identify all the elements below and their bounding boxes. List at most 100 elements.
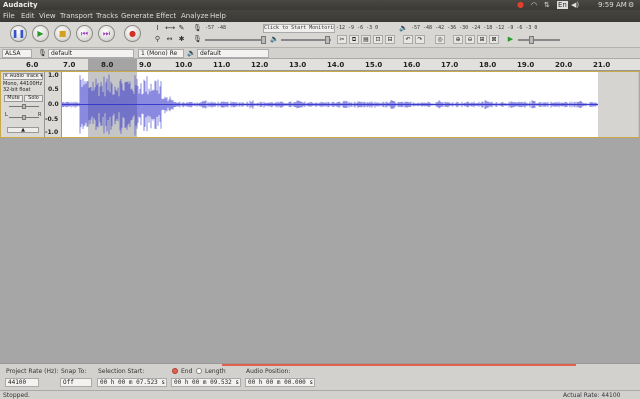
record-meter-prompt[interactable]: Click to Start Monitoring bbox=[263, 24, 335, 33]
ruler-tick: 19.0 bbox=[517, 61, 535, 69]
scale-label: 0.0 bbox=[48, 101, 59, 108]
scale-label: -0.5 bbox=[45, 116, 59, 123]
ruler-tick: 8.0 bbox=[101, 61, 114, 69]
mic-volume-slider[interactable] bbox=[205, 39, 265, 41]
paste-icon[interactable]: ▤ bbox=[361, 35, 371, 44]
menu-help[interactable]: Help bbox=[210, 12, 226, 20]
silence-icon[interactable]: ⊟ bbox=[385, 35, 395, 44]
menu-bar: File Edit View Transport Tracks Generate… bbox=[0, 10, 640, 22]
system-top-bar: Audacity ● ◠ ⇅ En ◀) 9:59 AM ⚙ bbox=[0, 0, 640, 10]
track-control-panel[interactable]: × Audio Track ▾ Mono, 44100Hz 32-bit flo… bbox=[1, 72, 45, 137]
play-at-speed-icon[interactable]: ▶ bbox=[506, 35, 515, 44]
audio-position-label: Audio Position: bbox=[246, 368, 291, 375]
progress-line bbox=[222, 364, 576, 366]
audio-host-select[interactable]: ALSA bbox=[2, 49, 32, 58]
play-volume-slider[interactable] bbox=[281, 39, 331, 41]
envelope-tool-icon[interactable]: ⟷ bbox=[165, 24, 175, 33]
undo-icon[interactable]: ↶ bbox=[403, 35, 413, 44]
project-rate-select[interactable]: 44100 bbox=[5, 378, 39, 387]
selection-tool-icon[interactable]: I bbox=[153, 24, 162, 33]
length-radio[interactable] bbox=[196, 368, 202, 374]
record-meter-ticks-right[interactable]: -12 -9 -6 -3 0 bbox=[336, 24, 398, 33]
window-title: Audacity bbox=[3, 1, 38, 9]
speaker-icon[interactable]: 🔈 bbox=[399, 24, 408, 33]
waveform[interactable] bbox=[62, 72, 598, 137]
menu-transport[interactable]: Transport bbox=[60, 12, 93, 20]
gear-icon[interactable]: ⚙ bbox=[628, 1, 634, 9]
scale-label: 1.0 bbox=[48, 72, 59, 79]
scale-label: -1.0 bbox=[45, 129, 59, 136]
ruler-tick: 18.0 bbox=[479, 61, 497, 69]
track-name-menu[interactable]: × Audio Track ▾ bbox=[3, 73, 43, 80]
selection-start-label: Selection Start: bbox=[98, 368, 145, 375]
multi-tool-icon[interactable]: ✱ bbox=[177, 35, 186, 44]
end-label: End bbox=[181, 368, 193, 375]
amplitude-scale[interactable]: 1.0 0.5 0.0 -0.5 -1.0 bbox=[45, 72, 62, 137]
recording-channels-select[interactable]: 1 (Mono) Re bbox=[138, 49, 184, 58]
zoom-tool-icon[interactable]: ⚲ bbox=[153, 35, 162, 44]
skip-start-button[interactable]: ⏮ bbox=[76, 25, 93, 42]
recording-device-select[interactable]: default bbox=[48, 49, 134, 58]
playback-meter-ticks[interactable]: -57 -48 -42 -36 -30 -24 -18 -12 -9 -6 -3… bbox=[411, 24, 596, 33]
copy-icon[interactable]: ⧉ bbox=[349, 35, 359, 44]
mute-button[interactable]: Mute bbox=[4, 95, 23, 102]
snap-to-select[interactable]: Off bbox=[60, 378, 92, 387]
record-button[interactable]: ● bbox=[124, 25, 141, 42]
zoom-in-icon[interactable]: ⊕ bbox=[453, 35, 463, 44]
ruler-tick: 11.0 bbox=[213, 61, 231, 69]
menu-file[interactable]: File bbox=[3, 12, 15, 20]
solo-button[interactable]: Solo bbox=[24, 95, 43, 102]
zoom-out-icon[interactable]: ⊖ bbox=[465, 35, 475, 44]
menu-generate[interactable]: Generate bbox=[121, 12, 154, 20]
play-volume-thumb[interactable] bbox=[325, 36, 330, 44]
redo-icon[interactable]: ↷ bbox=[415, 35, 425, 44]
fit-selection-icon[interactable]: ⊞ bbox=[477, 35, 487, 44]
mic-volume-thumb[interactable] bbox=[261, 36, 266, 44]
menu-edit[interactable]: Edit bbox=[21, 12, 35, 20]
draw-tool-icon[interactable]: ✎ bbox=[177, 24, 186, 33]
stop-button[interactable]: ■ bbox=[54, 25, 71, 42]
end-radio[interactable] bbox=[172, 368, 178, 374]
wifi-icon[interactable]: ◠ bbox=[531, 1, 537, 9]
sync-lock-icon[interactable]: ◎ bbox=[435, 35, 445, 44]
trim-icon[interactable]: ⊡ bbox=[373, 35, 383, 44]
playback-device-select[interactable]: default bbox=[197, 49, 269, 58]
clock[interactable]: 9:59 AM bbox=[598, 1, 627, 9]
toolbar: ❚❚ ▶ ■ ⏮ ⏭ ● I ⟷ ✎ ⚲ ↔ ✱ 🎙 -57 -48 Click… bbox=[0, 22, 640, 48]
menu-view[interactable]: View bbox=[39, 12, 56, 20]
gain-thumb[interactable] bbox=[22, 104, 26, 109]
selection-start-field[interactable]: 00 h 00 m 07.523 s bbox=[97, 378, 167, 387]
play-button[interactable]: ▶ bbox=[32, 25, 49, 42]
menu-tracks[interactable]: Tracks bbox=[96, 12, 118, 20]
selection-end-field[interactable]: 00 h 00 m 09.532 s bbox=[171, 378, 241, 387]
ruler-tick: 21.0 bbox=[593, 61, 611, 69]
record-meter-ticks-left[interactable]: -57 -48 bbox=[205, 24, 263, 33]
skip-end-button[interactable]: ⏭ bbox=[98, 25, 115, 42]
timeline-ruler[interactable]: 6.0 7.0 8.0 9.0 10.0 11.0 12.0 13.0 14.0… bbox=[0, 59, 640, 71]
mic-device-icon: 🎙 bbox=[38, 49, 47, 57]
menu-effect[interactable]: Effect bbox=[156, 12, 176, 20]
selection-toolbar: Project Rate (Hz): 44100 Snap To: Off Se… bbox=[0, 363, 640, 390]
ruler-tick: 14.0 bbox=[327, 61, 345, 69]
keyboard-indicator[interactable]: En bbox=[557, 1, 568, 9]
audio-position-field[interactable]: 00 h 00 m 00.000 s bbox=[245, 378, 315, 387]
microphone-icon[interactable]: 🎙 bbox=[193, 24, 202, 33]
ruler-tick: 6.0 bbox=[26, 61, 39, 69]
collapse-track-button[interactable]: ▲ bbox=[7, 127, 39, 133]
empty-track-area[interactable] bbox=[598, 72, 638, 137]
fit-project-icon[interactable]: ⊠ bbox=[489, 35, 499, 44]
transfer-icon[interactable]: ⇅ bbox=[544, 1, 550, 9]
mic-volume-icon: 🎙 bbox=[193, 35, 202, 43]
cut-icon[interactable]: ✂ bbox=[337, 35, 347, 44]
ruler-tick: 15.0 bbox=[365, 61, 383, 69]
menu-analyze[interactable]: Analyze bbox=[181, 12, 209, 20]
pan-thumb[interactable] bbox=[22, 115, 26, 120]
scale-label: 0.5 bbox=[48, 86, 59, 93]
play-speed-thumb[interactable] bbox=[529, 36, 534, 44]
pause-button[interactable]: ❚❚ bbox=[10, 25, 27, 42]
play-speed-slider[interactable] bbox=[518, 39, 560, 41]
volume-icon[interactable]: ◀) bbox=[571, 1, 579, 9]
actual-rate: Actual Rate: 44100 bbox=[563, 392, 621, 399]
timeshift-tool-icon[interactable]: ↔ bbox=[165, 35, 174, 44]
speaker-device-icon: 🔈 bbox=[187, 49, 196, 57]
